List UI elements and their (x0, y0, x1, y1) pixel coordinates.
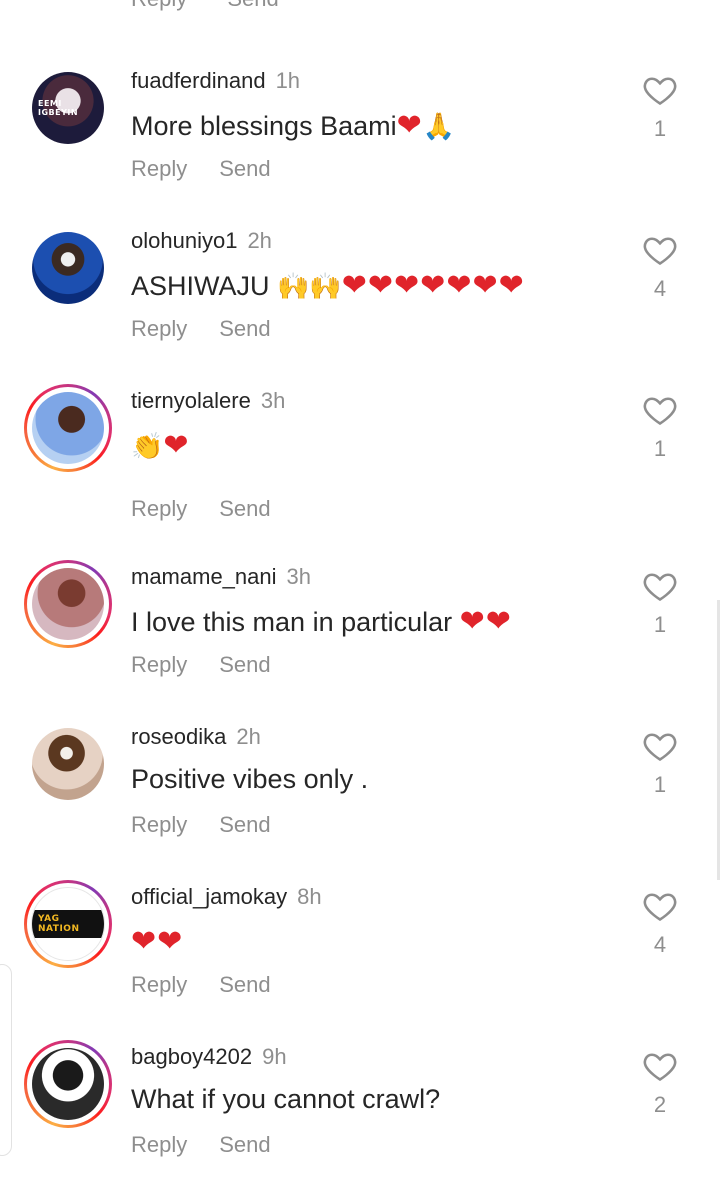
reply-button[interactable]: Reply (131, 0, 187, 11)
heart-outline-icon[interactable] (642, 1048, 678, 1084)
comment-username[interactable]: official_jamokay (131, 884, 287, 909)
send-button[interactable]: Send (219, 972, 270, 997)
comment-text: Positive vibes only . (131, 764, 368, 795)
comment-username[interactable]: olohuniyo1 (131, 228, 237, 253)
comment-item: EEMI IGBEYIN fuadferdinand 1h More blessi… (0, 54, 720, 214)
comment-username[interactable]: fuadferdinand (131, 68, 266, 93)
like-count: 1 (653, 772, 667, 797)
reply-button[interactable]: Reply (131, 972, 187, 997)
send-button[interactable]: Send (219, 652, 270, 677)
heart-emoji: ❤❤ (131, 924, 184, 959)
comment-username[interactable]: bagboy4202 (131, 1044, 252, 1069)
clap-emoji: 👏 (131, 432, 164, 462)
comment-item: mamame_nani 3h I love this man in particu… (0, 550, 720, 710)
heart-emoji: ❤ (396, 108, 423, 143)
reply-button[interactable]: Reply (131, 812, 187, 837)
avatar[interactable] (24, 560, 112, 648)
comment-item: roseodika 2h Positive vibes only . Reply S… (0, 710, 720, 870)
avatar-image (32, 1048, 104, 1120)
comment-text: I love this man in particular ❤❤ (131, 604, 512, 639)
comment-time: 2h (236, 724, 261, 749)
heart-emoji: ❤❤ (459, 604, 512, 639)
like-count: 2 (653, 1092, 667, 1117)
previous-comment-actions: Reply Send (131, 0, 313, 11)
comment-text: 👏❤ (131, 428, 190, 463)
comment-body: What if you cannot crawl? (131, 1084, 441, 1114)
avatar[interactable] (24, 720, 112, 808)
heart-outline-icon[interactable] (642, 728, 678, 764)
heart-outline-icon[interactable] (642, 232, 678, 268)
avatar-image: YAG NATION (31, 887, 105, 961)
avatar[interactable] (24, 384, 112, 472)
pray-emoji: 🙏 (422, 112, 456, 142)
comment-text: ❤❤ (131, 924, 183, 959)
comment-time: 2h (247, 228, 272, 253)
like-count: 4 (653, 932, 667, 957)
send-button[interactable]: Send (219, 812, 270, 837)
comment-item: YAG NATION official_jamokay 8h ❤❤ Reply Se… (0, 870, 720, 1030)
avatar-caption: EEMI IGBEYIN (38, 99, 79, 117)
comment-time: 3h (260, 388, 286, 413)
heart-emoji: ❤❤❤❤❤❤❤ (341, 268, 525, 303)
avatar[interactable] (24, 1040, 112, 1128)
comment-text: More blessings Baami❤🙏 (131, 108, 455, 143)
send-button[interactable]: Send (227, 0, 278, 11)
comment-username[interactable]: mamame_nani (131, 564, 277, 589)
like-count: 4 (653, 276, 667, 301)
comment-time: 1h (275, 68, 301, 93)
avatar-image: EEMI IGBEYIN (32, 72, 104, 144)
heart-outline-icon[interactable] (642, 888, 678, 924)
avatar-logo-text: YAG NATION (32, 910, 104, 938)
send-button[interactable]: Send (219, 316, 270, 341)
like-count: 1 (653, 116, 667, 141)
reply-button[interactable]: Reply (131, 316, 187, 341)
comment-body: ASHIWAJU (131, 271, 278, 301)
avatar[interactable] (24, 224, 112, 312)
reply-button[interactable]: Reply (131, 652, 187, 677)
heart-outline-icon[interactable] (642, 392, 678, 428)
comment-text: What if you cannot crawl? (131, 1084, 440, 1115)
comment-text: ASHIWAJU 🙌🙌❤❤❤❤❤❤❤ (131, 268, 525, 303)
reply-button[interactable]: Reply (131, 496, 187, 521)
comment-time: 9h (262, 1044, 287, 1069)
heart-outline-icon[interactable] (642, 568, 678, 604)
comment-item: olohuniyo1 2h ASHIWAJU 🙌🙌❤❤❤❤❤❤❤ Reply Sen… (0, 214, 720, 374)
comment-username[interactable]: tiernyolalere (131, 388, 251, 413)
avatar-image (32, 232, 104, 304)
send-button[interactable]: Send (219, 496, 270, 521)
comment-time: 8h (297, 884, 322, 909)
send-button[interactable]: Send (219, 156, 270, 181)
comment-username[interactable]: roseodika (131, 724, 226, 749)
avatar-image (32, 568, 104, 640)
avatar-image (32, 728, 104, 800)
avatar[interactable]: EEMI IGBEYIN (24, 64, 112, 152)
reply-button[interactable]: Reply (131, 156, 187, 181)
comment-item: tiernyolalere 3h 👏❤ Reply Send 1 (0, 374, 720, 534)
heart-outline-icon[interactable] (642, 72, 678, 108)
comment-body: More blessings Baami (131, 111, 397, 141)
comment-time: 3h (286, 564, 311, 589)
raised-hands-emoji: 🙌🙌 (277, 272, 342, 302)
comment-body: I love this man in particular (131, 607, 460, 637)
like-count: 1 (653, 436, 667, 461)
comment-body: Positive vibes only . (131, 764, 369, 794)
like-count: 1 (653, 612, 667, 637)
side-panel-edge (0, 964, 12, 1156)
avatar-image (32, 392, 104, 464)
avatar[interactable]: YAG NATION (24, 880, 112, 968)
heart-emoji: ❤ (163, 428, 190, 463)
comment-item: bagboy4202 9h What if you cannot crawl? R… (0, 1030, 720, 1190)
